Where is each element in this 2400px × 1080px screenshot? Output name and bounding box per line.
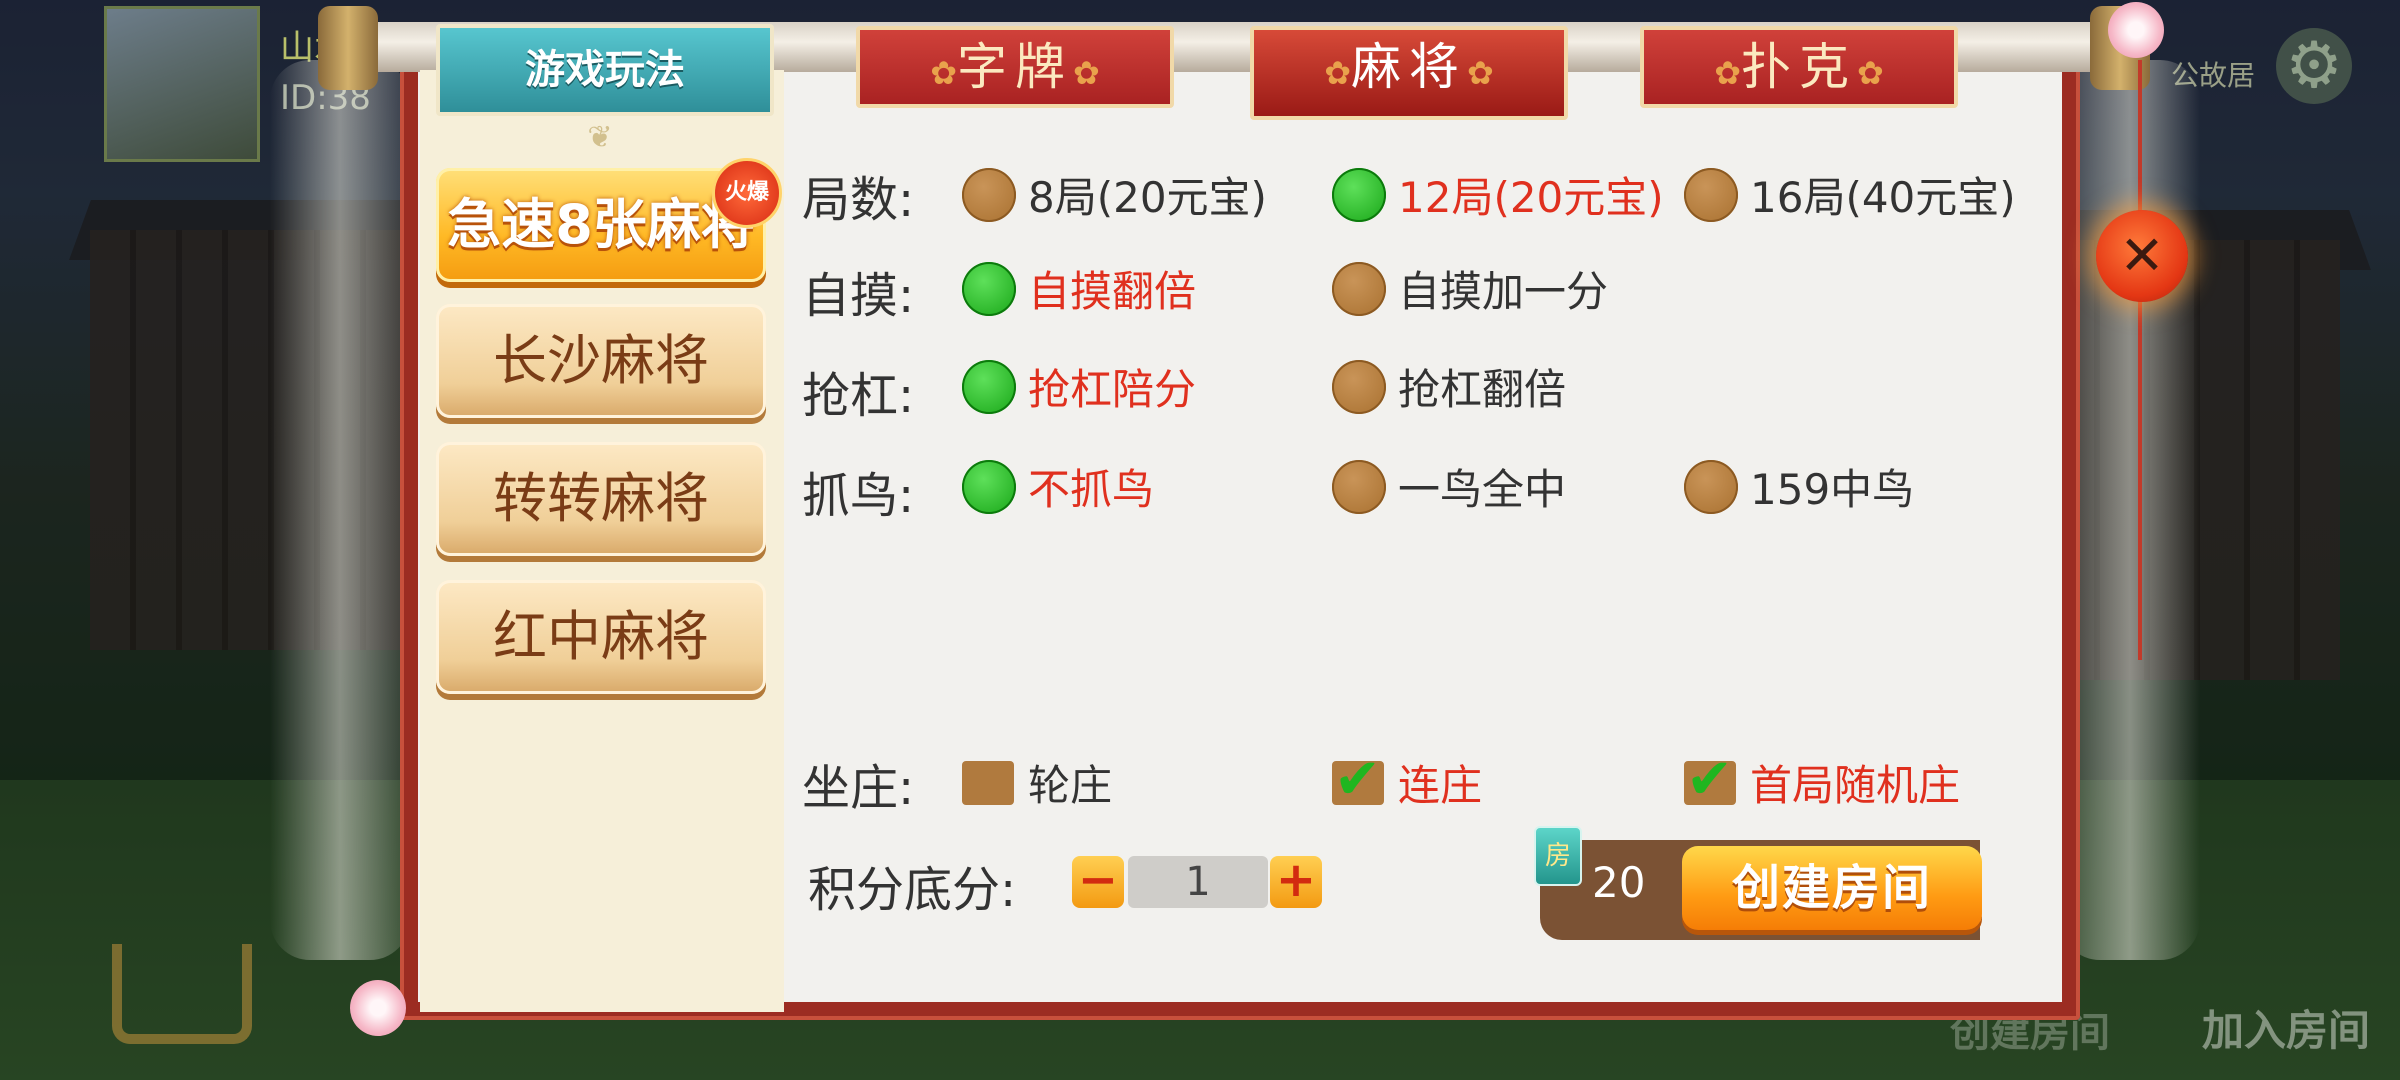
- left-curtain: [270, 60, 410, 960]
- option-label: 一鸟全中: [1398, 465, 1567, 514]
- zuozhuang-option-random-first[interactable]: 首局随机庄: [1684, 747, 1961, 813]
- option-label: 8局(20元宝): [1028, 173, 1267, 222]
- blossom-icon: [2108, 2, 2164, 58]
- room-card-icon: 房: [1534, 826, 1582, 886]
- flourish-icon: ✿: [1714, 54, 1741, 92]
- base-score-label: 积分底分:: [808, 862, 1017, 918]
- ornament-icon: ❦: [587, 120, 613, 155]
- tab-zipai-label: 字牌: [957, 38, 1073, 96]
- rounds-option-12[interactable]: 12局(20元宝): [1332, 164, 1664, 225]
- scroll-rod-cap-left: [318, 6, 378, 90]
- avatar[interactable]: [104, 6, 260, 162]
- flourish-icon: ✿: [1324, 54, 1351, 92]
- radio-icon: [1684, 459, 1738, 514]
- rounds-label: 局数:: [802, 172, 915, 228]
- lantern-string: [2138, 60, 2142, 660]
- close-icon[interactable]: ✕: [2096, 210, 2188, 302]
- tab-zipai[interactable]: ✿字牌✿: [856, 26, 1174, 108]
- radio-checked-icon: [962, 261, 1016, 316]
- lobby-join-room[interactable]: 加入房间: [2202, 997, 2370, 1058]
- zhuaniao-option-159[interactable]: 159中鸟: [1684, 456, 1914, 517]
- game-button-changsha[interactable]: 长沙麻将: [436, 304, 766, 418]
- zhuaniao-label: 抓鸟:: [802, 468, 915, 524]
- game-button-zhuanzhuan[interactable]: 转转麻将: [436, 442, 766, 556]
- option-label: 16局(40元宝): [1750, 173, 2016, 222]
- score-value: 1: [1128, 856, 1268, 908]
- tab-majiang[interactable]: ✿麻将✿: [1250, 26, 1568, 120]
- radio-checked-icon: [962, 459, 1016, 514]
- zimo-option-double[interactable]: 自摸翻倍: [962, 258, 1196, 319]
- flourish-icon: ✿: [930, 54, 957, 92]
- gear-icon[interactable]: ⚙: [2276, 28, 2352, 104]
- option-label: 不抓鸟: [1028, 465, 1155, 514]
- flourish-icon: ✿: [1467, 54, 1494, 92]
- radio-icon: [1332, 459, 1386, 514]
- option-label: 159中鸟: [1750, 465, 1915, 514]
- qianggang-label: 抢杠:: [802, 368, 915, 424]
- game-button-hongzhong[interactable]: 红中麻将: [436, 580, 766, 694]
- radio-icon: [962, 167, 1016, 222]
- option-label: 自摸翻倍: [1028, 267, 1197, 316]
- zhuaniao-option-none[interactable]: 不抓鸟: [962, 456, 1154, 517]
- zimo-label: 自摸:: [802, 268, 915, 324]
- flourish-icon: ✿: [1857, 54, 1884, 92]
- zuozhuang-label: 坐庄:: [802, 760, 915, 816]
- option-label: 12局(20元宝): [1398, 173, 1664, 222]
- radio-checked-icon: [1332, 167, 1386, 222]
- room-card-cost: 20: [1592, 858, 1646, 907]
- shop-cart-icon[interactable]: [112, 944, 252, 1044]
- rounds-option-16[interactable]: 16局(40元宝): [1684, 164, 2016, 225]
- radio-icon: [1332, 261, 1386, 316]
- qianggang-option-pay[interactable]: 抢杠陪分: [962, 356, 1196, 417]
- checkbox-icon: [962, 760, 1014, 805]
- game-rules-header: 游戏玩法: [436, 24, 774, 116]
- rounds-option-8[interactable]: 8局(20元宝): [962, 164, 1267, 225]
- zuozhuang-option-rotate[interactable]: 轮庄: [962, 752, 1112, 813]
- option-label: 抢杠翻倍: [1398, 365, 1567, 414]
- hot-badge: 火爆: [712, 158, 782, 228]
- tab-puke[interactable]: ✿扑克✿: [1640, 26, 1958, 108]
- option-label: 连庄: [1398, 761, 1483, 810]
- zhuaniao-option-one-bird[interactable]: 一鸟全中: [1332, 456, 1566, 517]
- score-decrease-button[interactable]: −: [1072, 856, 1124, 908]
- blossom-icon: [350, 980, 406, 1036]
- radio-icon: [1684, 167, 1738, 222]
- option-label: 抢杠陪分: [1028, 365, 1197, 414]
- zuozhuang-option-continue[interactable]: 连庄: [1332, 747, 1483, 813]
- flourish-icon: ✿: [1073, 54, 1100, 92]
- create-room-button[interactable]: 创建房间: [1682, 846, 1982, 930]
- radio-icon: [1332, 359, 1386, 414]
- right-curtain: [2060, 60, 2200, 960]
- checkbox-checked-icon: [1684, 747, 1736, 812]
- radio-checked-icon: [962, 359, 1016, 414]
- checkbox-checked-icon: [1332, 747, 1384, 812]
- zimo-option-plus-one[interactable]: 自摸加一分: [1332, 258, 1608, 319]
- tab-puke-label: 扑克: [1741, 38, 1857, 96]
- tab-majiang-label: 麻将: [1351, 38, 1467, 96]
- option-label: 首局随机庄: [1750, 761, 1961, 810]
- score-increase-button[interactable]: +: [1270, 856, 1322, 908]
- qianggang-option-double[interactable]: 抢杠翻倍: [1332, 356, 1566, 417]
- option-label: 自摸加一分: [1398, 267, 1609, 316]
- option-label: 轮庄: [1028, 761, 1113, 810]
